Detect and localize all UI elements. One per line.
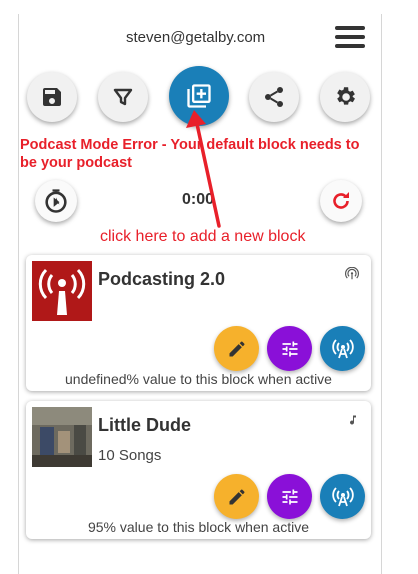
radio-tower-icon <box>331 338 354 358</box>
active-block-button[interactable] <box>320 326 365 371</box>
share-button[interactable] <box>249 72 299 122</box>
active-block-button[interactable] <box>320 474 365 519</box>
refresh-button[interactable] <box>320 180 362 222</box>
timer-icon <box>45 189 67 213</box>
block-title: Podcasting 2.0 <box>98 269 226 289</box>
gear-icon <box>337 87 355 105</box>
save-icon <box>43 88 61 106</box>
sliders-icon <box>282 341 297 356</box>
adjust-button[interactable] <box>267 474 312 519</box>
block-value-text: undefined% value to this block when acti… <box>65 371 332 387</box>
pencil-icon <box>229 341 244 356</box>
save-button[interactable] <box>27 72 77 122</box>
add-block-hint: click here to add a new block <box>100 228 306 245</box>
edit-button[interactable] <box>214 326 259 371</box>
add-block-icon <box>187 84 211 108</box>
refresh-icon <box>333 192 349 209</box>
podcast-icon <box>345 266 359 286</box>
sliders-icon <box>282 489 297 504</box>
settings-button[interactable] <box>320 72 370 122</box>
block-value-text: 95% value to this block when active <box>87 519 309 535</box>
block-title: Little Dude <box>98 415 191 435</box>
album-thumbnail <box>32 407 92 467</box>
edit-button[interactable] <box>214 474 259 519</box>
filter-button[interactable] <box>98 72 148 122</box>
podcast-thumbnail <box>32 261 92 321</box>
timer-button[interactable] <box>35 180 77 222</box>
adjust-button[interactable] <box>267 326 312 371</box>
filter-icon <box>113 88 133 106</box>
share-icon <box>265 87 283 107</box>
block-card[interactable]: Podcasting 2.0 undefined% value to this … <box>26 255 371 391</box>
block-card[interactable]: Little Dude 10 Songs 95% value to this b… <box>26 401 371 539</box>
timer-readout: 0:00 <box>182 191 215 208</box>
music-note-icon <box>347 413 359 432</box>
block-subtitle: 10 Songs <box>98 447 162 464</box>
add-block-button[interactable] <box>169 66 229 126</box>
user-email: steven@getalby.com <box>126 29 266 46</box>
hamburger-menu-icon[interactable] <box>335 26 365 48</box>
podcast-mode-error: Podcast Mode Error - Your default block … <box>20 137 360 171</box>
pencil-icon <box>229 489 244 504</box>
radio-tower-icon <box>331 486 354 506</box>
